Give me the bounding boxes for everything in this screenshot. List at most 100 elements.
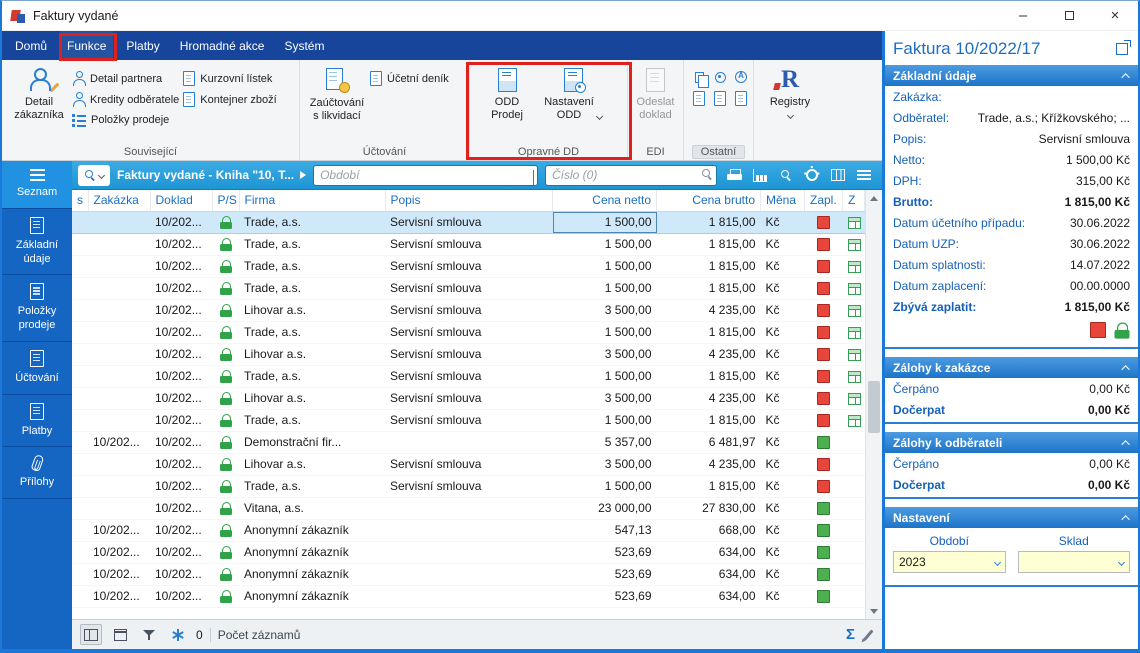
cell-mena[interactable]: Kč — [760, 431, 805, 454]
copy-icon[interactable] — [694, 71, 709, 88]
cell-zapl[interactable] — [804, 255, 843, 278]
kurzovni-listek-button[interactable]: Kurzovní lístek — [183, 71, 276, 86]
cell-mena[interactable]: Kč — [760, 475, 805, 498]
cell-brutto[interactable]: 1 815,00 — [656, 255, 761, 278]
column-header-cena-brutto[interactable]: Cena brutto — [656, 190, 761, 212]
cell-ps[interactable] — [212, 519, 239, 542]
table-row[interactable]: 10/202... 10/202... Anonymní zákazník 523,6… — [72, 541, 865, 564]
table-row[interactable]: 10/202... Trade, a.s. Servisní smlouva 1 50… — [72, 233, 865, 256]
tab-platby[interactable]: Platby — [119, 31, 166, 60]
cell-popis[interactable] — [385, 519, 553, 542]
cell-doklad[interactable]: 10/202... — [150, 210, 212, 234]
cell-z[interactable] — [842, 255, 865, 278]
cell-zapl[interactable] — [804, 387, 843, 410]
cell-netto[interactable]: 1 500,00 — [552, 255, 657, 278]
cell-zakazka[interactable] — [88, 497, 150, 520]
cell-zakazka[interactable]: 10/202... — [88, 541, 150, 564]
cell-doklad[interactable]: 10/202... — [150, 255, 212, 278]
cell-netto[interactable]: 1 500,00 — [552, 475, 657, 498]
column-header-zapl-[interactable]: Zapl. — [804, 190, 843, 212]
sidebar-item-polozky-prodeje[interactable]: Položky prodeje — [2, 275, 72, 342]
auto-circle-icon[interactable] — [735, 71, 747, 83]
cell-popis[interactable]: Servisní smlouva — [385, 299, 553, 322]
scroll-down-button[interactable] — [866, 603, 882, 619]
sidebar-item-zakladni-udaje[interactable]: Základní údaje — [2, 209, 72, 276]
cell-ps[interactable] — [212, 233, 239, 256]
calendar-button[interactable] — [109, 624, 131, 645]
cell-zakazka[interactable] — [88, 210, 150, 234]
cell-mena[interactable]: Kč — [760, 563, 805, 586]
cell-brutto[interactable]: 4 235,00 — [656, 299, 761, 322]
table-row[interactable]: 10/202... 10/202... Anonymní zákazník 523,6… — [72, 563, 865, 586]
cell-zapl[interactable] — [804, 475, 843, 498]
cell-brutto[interactable]: 634,00 — [656, 563, 761, 586]
cell-netto[interactable]: 23 000,00 — [552, 497, 657, 520]
cell-firma[interactable]: Trade, a.s. — [239, 365, 385, 388]
cell-z[interactable] — [842, 497, 865, 520]
cell-zakazka[interactable]: 10/202... — [88, 563, 150, 586]
cell-ps[interactable] — [212, 541, 239, 564]
column-header-popis[interactable]: Popis — [385, 190, 553, 212]
cell-zakazka[interactable]: 10/202... — [88, 585, 150, 608]
cell-zapl[interactable] — [804, 585, 843, 608]
cell-status[interactable] — [72, 277, 88, 300]
cell-popis[interactable]: Servisní smlouva — [385, 277, 553, 300]
odd-prodej-button[interactable]: ODD Prodej — [474, 65, 540, 122]
cell-doklad[interactable]: 10/202... — [150, 563, 212, 586]
column-header-m-na[interactable]: Měna — [760, 190, 805, 212]
column-header-p-s[interactable]: P/S — [212, 190, 240, 212]
cell-firma[interactable]: Anonymní zákazník — [239, 541, 385, 564]
kredity-odberatele-button[interactable]: Kredity odběratele — [72, 92, 179, 107]
cell-brutto[interactable]: 1 815,00 — [656, 277, 761, 300]
cell-brutto[interactable]: 4 235,00 — [656, 387, 761, 410]
table-row[interactable]: 10/202... Vitana, a.s. 23 000,00 27 830,00 K… — [72, 497, 865, 520]
cell-popis[interactable] — [385, 585, 553, 608]
cell-z[interactable] — [842, 563, 865, 586]
ucetni-denik-button[interactable]: Účetní deník — [370, 71, 449, 86]
doc-gear-icon[interactable] — [735, 90, 747, 106]
cell-doklad[interactable]: 10/202... — [150, 431, 212, 454]
book-selector[interactable]: Faktury vydané - Kniha "10, T... — [117, 168, 307, 182]
cell-doklad[interactable]: 10/202... — [150, 365, 212, 388]
cell-firma[interactable]: Lihovar a.s. — [239, 453, 385, 476]
cell-status[interactable] — [72, 563, 88, 586]
table-row[interactable]: 10/202... 10/202... Anonymní zákazník 523,6… — [72, 585, 865, 608]
sidebar-item-prilohy[interactable]: Přílohy — [2, 447, 72, 499]
cell-netto[interactable]: 3 500,00 — [552, 343, 657, 366]
minimize-button[interactable]: – — [1000, 1, 1046, 30]
cell-mena[interactable]: Kč — [760, 233, 805, 256]
cell-z[interactable] — [842, 365, 865, 388]
cell-mena[interactable]: Kč — [760, 541, 805, 564]
cell-z[interactable] — [842, 541, 865, 564]
cell-zakazka[interactable] — [88, 409, 150, 432]
settings-gear-icon[interactable] — [802, 165, 822, 185]
cell-netto[interactable]: 5 357,00 — [552, 431, 657, 454]
period-dropdown-icon[interactable] — [533, 169, 534, 185]
cell-zapl[interactable] — [804, 563, 843, 586]
scroll-up-button[interactable] — [866, 190, 882, 206]
tab-domu[interactable]: Domů — [8, 31, 54, 60]
section-header[interactable]: Základní údaje — [885, 65, 1138, 86]
cell-popis[interactable]: Servisní smlouva — [385, 475, 553, 498]
cell-zakazka[interactable]: 10/202... — [88, 519, 150, 542]
cell-netto[interactable]: 1 500,00 — [552, 321, 657, 344]
cell-mena[interactable]: Kč — [760, 409, 805, 432]
column-header-s[interactable]: s — [72, 190, 89, 212]
cell-brutto[interactable]: 634,00 — [656, 585, 761, 608]
polozky-prodeje-button[interactable]: Položky prodeje — [72, 113, 179, 126]
cell-doklad[interactable]: 10/202... — [150, 453, 212, 476]
cell-popis[interactable]: Servisní smlouva — [385, 453, 553, 476]
sidebar-item-platby[interactable]: Platby — [2, 395, 72, 448]
scrollbar-track[interactable] — [866, 206, 882, 603]
cell-status[interactable] — [72, 255, 88, 278]
cell-firma[interactable]: Trade, a.s. — [239, 475, 385, 498]
cell-popis[interactable] — [385, 541, 553, 564]
cell-netto[interactable]: 1 500,00 — [552, 233, 657, 256]
cell-zapl[interactable] — [804, 541, 843, 564]
zauctovani-button[interactable]: Zaúčtování s likvidací — [304, 65, 370, 123]
cell-popis[interactable] — [385, 497, 553, 520]
cell-ps[interactable] — [212, 321, 239, 344]
cell-mena[interactable]: Kč — [760, 255, 805, 278]
cell-status[interactable] — [72, 409, 88, 432]
cell-z[interactable] — [842, 387, 865, 410]
